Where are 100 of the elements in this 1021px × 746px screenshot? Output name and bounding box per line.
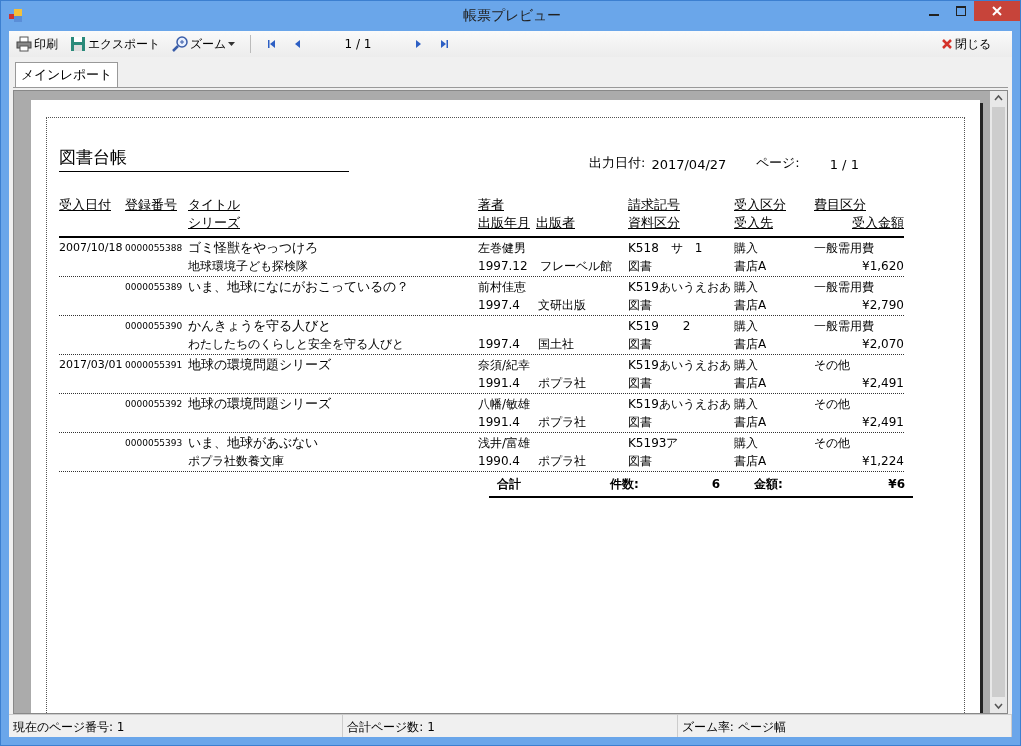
column-header: 受入金額 bbox=[852, 214, 904, 232]
vertical-scrollbar[interactable] bbox=[990, 91, 1007, 713]
close-button[interactable] bbox=[974, 1, 1020, 21]
author-cell-text: 浅井/富雄 bbox=[478, 435, 531, 452]
series-cell-text: 地球環境子ども探検隊 bbox=[188, 258, 308, 275]
supplier-cell-text: 書店A bbox=[734, 453, 767, 470]
column-header: 著者 bbox=[478, 196, 504, 214]
page-label: ページ: bbox=[756, 154, 800, 172]
publisher-cell-text: ポプラ社 bbox=[538, 375, 586, 392]
publisher-cell-text: 国土社 bbox=[538, 336, 574, 353]
expense-category-cell-text: 一般需用費 bbox=[814, 240, 874, 257]
title-cell: かんきょうを守る人びと bbox=[188, 317, 331, 335]
registration-number-cell-text: 0000055391 bbox=[125, 359, 183, 372]
amount-cell-text: ¥2,491 bbox=[862, 375, 904, 392]
publisher-cell-text: フレーベル館 bbox=[539, 258, 612, 275]
publication-date-cell-text: 1997.4 bbox=[478, 297, 520, 314]
status-text: 合計ページ数: 1 bbox=[343, 715, 678, 737]
scrollbar-thumb[interactable] bbox=[992, 107, 1005, 697]
report-title: 図書台帳 bbox=[59, 146, 349, 172]
supplier-cell-text: 書店A bbox=[734, 297, 767, 314]
column-header: 出版者 bbox=[536, 214, 575, 232]
material-type-cell-text: 図書 bbox=[628, 375, 652, 392]
series-cell-text: わたしたちのくらしと安全を守る人びと bbox=[188, 336, 404, 353]
material-type-cell-text: 図書 bbox=[628, 297, 652, 314]
caret-icon bbox=[228, 42, 235, 46]
expense-category-cell-text: その他 bbox=[814, 396, 850, 413]
column-header: タイトル bbox=[188, 196, 240, 214]
report-tab[interactable]: メインレポート bbox=[15, 62, 118, 87]
publication-date-cell-text: 1990.4 bbox=[478, 453, 520, 470]
count-value: 6 bbox=[710, 477, 720, 491]
expense-category-cell-text: その他 bbox=[814, 435, 850, 452]
close-icon bbox=[992, 6, 1002, 16]
column-header: 受入区分 bbox=[734, 196, 786, 214]
call-number-cell-text: K518 サ 1 bbox=[628, 240, 703, 257]
author-cell-text: 左巻健男 bbox=[478, 240, 526, 257]
last-page-icon bbox=[439, 39, 448, 49]
first-page-icon bbox=[268, 39, 277, 49]
publication-date-cell-text: 1991.4 bbox=[478, 414, 520, 431]
page-number: 1 / 1 bbox=[829, 157, 859, 172]
export-button[interactable]: エクスポート bbox=[67, 33, 163, 55]
maximize-icon bbox=[955, 6, 966, 16]
amount-cell-text: ¥2,070 bbox=[862, 336, 904, 353]
title-cell: いま、地球があぶない bbox=[188, 434, 318, 452]
supplier-cell-text: 書店A bbox=[734, 375, 767, 392]
close-preview-button[interactable]: 閉じる bbox=[938, 33, 994, 55]
supplier-cell-text: 書店A bbox=[734, 258, 767, 275]
column-header: 請求記号 bbox=[628, 196, 680, 214]
column-header: 費目区分 bbox=[814, 196, 866, 214]
call-number-cell-text: K519 2 bbox=[628, 318, 691, 335]
amount-cell-text: ¥2,491 bbox=[862, 414, 904, 431]
column-header: 受入先 bbox=[734, 214, 773, 232]
column-header: シリーズ bbox=[188, 214, 240, 232]
material-type-cell-text: 図書 bbox=[628, 336, 652, 353]
title-cell: ゴミ怪獣をやっつけろ bbox=[188, 239, 318, 257]
acquisition-type-cell-text: 購入 bbox=[734, 396, 758, 413]
page-indicator: 1 / 1 bbox=[343, 37, 373, 51]
registration-number-cell-text: 0000055388 bbox=[125, 242, 183, 255]
date-cell-text: 2007/10/18 bbox=[59, 240, 123, 256]
left-triangle-icon bbox=[293, 39, 302, 49]
material-type-cell-text: 図書 bbox=[628, 453, 652, 470]
registration-number-cell-text: 0000055393 bbox=[125, 437, 183, 450]
amount-value: ¥6 bbox=[888, 477, 905, 491]
supplier-cell-text: 書店A bbox=[734, 336, 767, 353]
printer-icon bbox=[16, 36, 32, 52]
column-header: 受入日付 bbox=[59, 196, 111, 214]
status-text: 現在のページ番号: 1 bbox=[9, 715, 344, 737]
close-icon bbox=[941, 38, 953, 50]
column-header: 出版年月 bbox=[478, 214, 530, 232]
status-text: ズーム率: ページ幅 bbox=[677, 715, 1012, 737]
zoom-icon bbox=[172, 36, 188, 52]
zoom-button[interactable]: ズーム bbox=[169, 33, 238, 55]
call-number-cell-text: K519あいうえおあ bbox=[628, 357, 731, 374]
acquisition-type-cell-text: 購入 bbox=[734, 240, 758, 257]
minimize-icon bbox=[928, 13, 939, 16]
publication-date-cell-text: 1997.12 bbox=[478, 258, 528, 275]
date-cell-text: 2017/03/01 bbox=[59, 357, 123, 373]
column-header: 登録番号 bbox=[125, 196, 177, 214]
acquisition-type-cell-text: 購入 bbox=[734, 279, 758, 296]
window-title: 帳票プレビュー bbox=[461, 7, 562, 25]
publisher-cell-text: 文研出版 bbox=[538, 297, 586, 314]
publication-date-cell-text: 1991.4 bbox=[478, 375, 520, 392]
print-button[interactable]: 印刷 bbox=[13, 33, 61, 55]
acquisition-type-cell-text: 購入 bbox=[734, 318, 758, 335]
acquisition-type-cell-text: 購入 bbox=[734, 435, 758, 452]
publication-date-cell-text: 1997.4 bbox=[478, 336, 520, 353]
title-cell: 地球の環境問題シリーズ bbox=[188, 356, 331, 374]
amount-cell-text: ¥2,790 bbox=[862, 297, 904, 314]
author-cell-text: 奈須/紀幸 bbox=[478, 357, 531, 374]
supplier-cell-text: 書店A bbox=[734, 414, 767, 431]
expense-category-cell-text: その他 bbox=[814, 357, 850, 374]
material-type-cell-text: 図書 bbox=[628, 414, 652, 431]
total-label: 合計 bbox=[497, 475, 522, 493]
expense-category-cell-text: 一般需用費 bbox=[814, 279, 874, 296]
count-label: 件数: bbox=[610, 475, 640, 493]
publisher-cell-text: ポプラ社 bbox=[538, 414, 586, 431]
amount-label: 金額: bbox=[754, 475, 783, 493]
author-cell-text: 八幡/敏雄 bbox=[478, 396, 531, 413]
call-number-cell-text: K519あいうえおあ bbox=[628, 396, 731, 413]
amount-cell-text: ¥1,224 bbox=[862, 453, 904, 470]
title-cell: いま、地球になにがおこっているの？ bbox=[188, 278, 409, 296]
